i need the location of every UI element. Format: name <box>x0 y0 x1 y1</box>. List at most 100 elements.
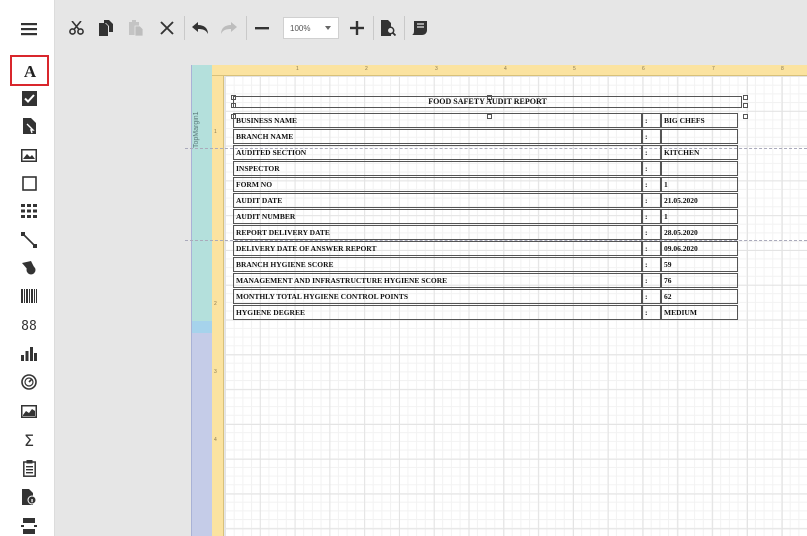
hruler-mark: 3 <box>435 66 438 72</box>
hruler-mark: 7 <box>712 66 715 72</box>
row-separator-cell[interactable]: : <box>642 193 661 208</box>
svg-text:A: A <box>23 63 36 79</box>
row-value-cell[interactable]: MEDIUM <box>661 305 738 320</box>
row-value-cell[interactable]: KITCHEN <box>661 145 738 160</box>
row-separator-cell[interactable]: : <box>642 113 661 128</box>
zoom-in-icon[interactable] <box>346 15 368 41</box>
row-value-cell[interactable]: 1 <box>661 177 738 192</box>
row-value-cell[interactable]: 21.05.2020 <box>661 193 738 208</box>
hruler-mark: 6 <box>642 66 645 72</box>
horizontal-ruler: 1 2 3 4 5 6 7 8 <box>212 65 807 76</box>
row-separator-cell[interactable]: : <box>642 209 661 224</box>
row-separator-cell[interactable]: : <box>642 225 661 240</box>
row-separator-cell[interactable]: : <box>642 289 661 304</box>
barcode-icon[interactable] <box>9 282 49 310</box>
report-page[interactable]: FOOD SAFETY AUDIT REPORT BUSINESS NAME: B… <box>185 76 807 536</box>
vertical-ruler: 1 2 3 4 <box>212 65 224 536</box>
row-value-cell[interactable]: 1 <box>661 209 738 224</box>
row-value-cell[interactable] <box>661 129 738 144</box>
table-icon[interactable] <box>9 197 49 225</box>
row-separator-cell[interactable]: : <box>642 257 661 272</box>
hruler-mark: 5 <box>573 66 576 72</box>
cut-icon[interactable] <box>65 15 87 41</box>
row-label-cell[interactable]: MONTHLY TOTAL HYGIENE CONTROL POINTS <box>233 289 642 304</box>
svg-text:Σ: Σ <box>24 432 34 448</box>
paste-icon[interactable] <box>125 15 147 41</box>
row-label-cell[interactable]: BRANCH HYGIENE SCORE <box>233 257 642 272</box>
resize-handle[interactable] <box>743 103 748 108</box>
sparkline-icon[interactable] <box>9 397 49 425</box>
report-title[interactable]: FOOD SAFETY AUDIT REPORT <box>233 96 742 108</box>
band-separator <box>192 321 212 333</box>
zip-code-icon[interactable]: 88 <box>9 311 49 339</box>
design-surface[interactable]: TopMargin1 1 2 3 4 1 2 3 4 5 6 7 8 FOOD … <box>55 56 807 536</box>
checkbox-icon[interactable] <box>9 84 49 112</box>
hruler-mark: 2 <box>365 66 368 72</box>
row-separator-cell[interactable]: : <box>642 305 661 320</box>
row-value-cell[interactable]: 76 <box>661 273 738 288</box>
row-separator-cell[interactable]: : <box>642 129 661 144</box>
row-separator-cell[interactable]: : <box>642 241 661 256</box>
rich-text-icon[interactable] <box>9 112 49 140</box>
row-value-cell[interactable]: BIG CHEFS <box>661 113 738 128</box>
vruler-mark: 3 <box>214 369 217 375</box>
preview-icon[interactable] <box>377 15 399 41</box>
row-value-cell[interactable] <box>661 161 738 176</box>
vruler-mark: 1 <box>214 129 217 135</box>
page-break-icon[interactable] <box>9 512 49 536</box>
row-label-cell[interactable]: REPORT DELIVERY DATE <box>233 225 642 240</box>
row-label-cell[interactable]: AUDITED SECTION <box>233 145 642 160</box>
top-margin-band[interactable]: TopMargin1 <box>192 65 212 321</box>
hruler-mark: 1 <box>296 66 299 72</box>
row-label-cell[interactable]: FORM NO <box>233 177 642 192</box>
chevron-down-icon <box>325 26 331 30</box>
page-info-icon[interactable] <box>9 454 49 482</box>
row-separator-cell[interactable]: : <box>642 145 661 160</box>
vruler-mark: 4 <box>214 437 217 443</box>
hruler-mark: 4 <box>504 66 507 72</box>
report-designer: A 88 Σ 100% TopMargin1 1 2 3 4 1 2 3 4 5… <box>0 0 807 536</box>
gauge-icon[interactable] <box>9 368 49 396</box>
delete-icon[interactable] <box>156 15 178 41</box>
band-strip: TopMargin1 <box>191 65 212 536</box>
picture-box-icon[interactable] <box>9 141 49 169</box>
svg-text:88: 88 <box>21 319 37 332</box>
hruler-mark: 8 <box>781 66 784 72</box>
resize-handle[interactable] <box>743 114 748 119</box>
scripts-icon[interactable] <box>408 15 430 41</box>
row-label-cell[interactable]: BRANCH NAME <box>233 129 642 144</box>
row-label-cell[interactable]: MANAGEMENT AND INFRASTRUCTURE HYGIENE SC… <box>233 273 642 288</box>
row-value-cell[interactable]: 59 <box>661 257 738 272</box>
row-label-cell[interactable]: DELIVERY DATE OF ANSWER REPORT <box>233 241 642 256</box>
row-separator-cell[interactable]: : <box>642 177 661 192</box>
chart-icon[interactable] <box>9 340 49 368</box>
hamburger-menu-icon[interactable] <box>16 16 42 42</box>
character-comb-icon[interactable] <box>9 483 49 511</box>
zoom-out-icon[interactable] <box>251 15 273 41</box>
row-value-cell[interactable]: 62 <box>661 289 738 304</box>
row-label-cell[interactable]: BUSINESS NAME <box>233 113 642 128</box>
undo-icon[interactable] <box>189 15 211 41</box>
row-separator-cell[interactable]: : <box>642 161 661 176</box>
copy-icon[interactable] <box>95 15 117 41</box>
resize-handle[interactable] <box>743 95 748 100</box>
row-label-cell[interactable]: AUDIT DATE <box>233 193 642 208</box>
redo-icon[interactable] <box>218 15 240 41</box>
row-label-cell[interactable]: HYGIENE DEGREE <box>233 305 642 320</box>
zoom-select[interactable]: 100% <box>283 17 339 39</box>
line-icon[interactable] <box>9 226 49 254</box>
vruler-mark: 2 <box>214 301 217 307</box>
row-label-cell[interactable]: AUDIT NUMBER <box>233 209 642 224</box>
label-icon[interactable]: A <box>10 55 49 86</box>
band-label: TopMargin1 <box>193 111 200 149</box>
panel-icon[interactable] <box>9 169 49 197</box>
row-label-cell[interactable]: INSPECTOR <box>233 161 642 176</box>
shape-icon[interactable] <box>9 254 49 282</box>
row-value-cell[interactable]: 09.06.2020 <box>661 241 738 256</box>
row-value-cell[interactable]: 28.05.2020 <box>661 225 738 240</box>
row-separator-cell[interactable]: : <box>642 273 661 288</box>
toolbox: A 88 Σ <box>0 0 55 536</box>
zoom-value: 100% <box>290 23 311 33</box>
summary-icon[interactable]: Σ <box>9 426 49 454</box>
toolbar: 100% <box>55 0 807 56</box>
